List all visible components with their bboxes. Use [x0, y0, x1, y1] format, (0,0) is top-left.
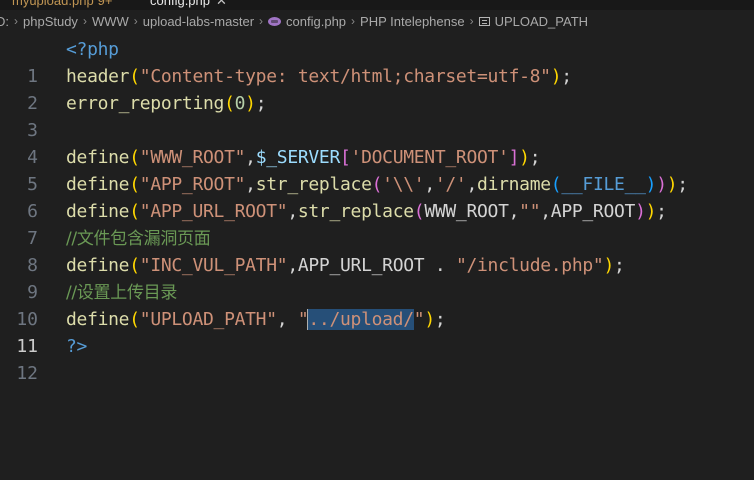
chevron-right-icon: ›	[82, 14, 87, 28]
breadcrumb-item-file[interactable]: config.php	[268, 14, 346, 29]
php-open-tag: <?php	[66, 39, 119, 60]
breadcrumb-item-language-server[interactable]: PHP Intelephense	[360, 14, 465, 29]
breadcrumb-item-phpstudy[interactable]: phpStudy	[23, 14, 78, 29]
string-literal: "UPLOAD_PATH"	[139, 309, 277, 330]
chevron-right-icon: ›	[14, 14, 18, 28]
string-literal: "INC_VUL_PATH"	[139, 255, 288, 276]
code-line-active: 11 define("UPLOAD_PATH", "../upload/");	[0, 306, 754, 357]
breadcrumb-item-symbol[interactable]: UPLOAD_PATH	[478, 13, 589, 29]
code-line: 2 header("Content-type: text/html;charse…	[0, 63, 754, 114]
function-name: define	[66, 174, 130, 195]
breadcrumb-file-label: config.php	[286, 13, 347, 29]
number-literal: 0	[234, 93, 246, 114]
code-line: 8 //文件包含漏洞页面	[0, 225, 754, 276]
editor-tab-strip: myupload.php 9+ config.php ✕	[0, 0, 754, 10]
function-name: str_replace	[297, 201, 414, 222]
function-name: str_replace	[255, 174, 372, 195]
constant-symbol-icon	[478, 16, 490, 26]
tab-label: config.php	[150, 0, 210, 8]
string-quote: "	[297, 309, 309, 330]
code-comment: //设置上传目录	[66, 283, 178, 303]
php-close-tag: ?>	[66, 336, 88, 357]
string-literal: '\\'	[382, 174, 425, 195]
function-name: define	[66, 309, 130, 330]
variable: $_SERVER	[255, 147, 341, 168]
code-line: 4	[0, 117, 754, 168]
tab-config[interactable]: config.php ✕	[150, 0, 227, 9]
chevron-right-icon: ›	[259, 14, 264, 28]
line-number: 12	[16, 363, 38, 384]
chevron-right-icon: ›	[133, 14, 138, 28]
string-quote: "	[413, 309, 425, 330]
code-line: 7 define("APP_URL_ROOT",str_replace(WWW_…	[0, 198, 754, 249]
function-name: define	[66, 255, 130, 276]
code-line: 6 define("APP_ROOT",str_replace('\\','/'…	[0, 171, 754, 222]
problem-count-badge: 9+	[97, 0, 113, 8]
php-file-icon	[268, 16, 282, 26]
chevron-right-icon: ›	[469, 14, 474, 28]
breadcrumb-item-upload-labs[interactable]: upload-labs-master	[143, 14, 254, 29]
string-literal: "Content-type: text/html;charset=utf-8"	[139, 66, 551, 87]
breadcrumb-item-drive[interactable]: D:	[0, 14, 9, 29]
concat-operator: .	[424, 255, 456, 276]
string-literal: '/'	[434, 174, 467, 195]
code-line: 12 ?>	[0, 333, 754, 384]
magic-constant: __FILE__	[561, 174, 646, 195]
string-literal: 'DOCUMENT_ROOT'	[350, 147, 509, 168]
code-line: 1 <?php	[0, 36, 754, 87]
text-selection[interactable]: ../upload/	[308, 309, 414, 330]
code-editor[interactable]: 1 <?php 2 header("Content-type: text/htm…	[0, 36, 754, 480]
function-name: dirname	[477, 174, 551, 195]
function-name: define	[66, 147, 130, 168]
breadcrumb-symbol-label: UPLOAD_PATH	[494, 13, 589, 29]
code-line: 5 define("WWW_ROOT",$_SERVER['DOCUMENT_R…	[0, 144, 754, 195]
string-literal: "APP_ROOT"	[139, 174, 246, 195]
chevron-right-icon: ›	[351, 14, 356, 28]
function-name: header	[66, 66, 130, 87]
code-line: 3 error_reporting(0);	[0, 90, 754, 141]
breadcrumb-item-www[interactable]: WWW	[92, 14, 129, 29]
function-name: define	[66, 201, 130, 222]
close-icon[interactable]: ✕	[216, 0, 227, 8]
constant: WWW_ROOT	[424, 201, 509, 222]
tab-myupload[interactable]: myupload.php 9+	[12, 0, 113, 8]
code-line: 10 //设置上传目录	[0, 279, 754, 330]
string-literal: "APP_URL_ROOT"	[139, 201, 288, 222]
string-literal: ""	[519, 201, 541, 222]
constant: APP_URL_ROOT	[297, 255, 425, 276]
constant: APP_ROOT	[550, 201, 636, 222]
tab-label: myupload.php	[12, 0, 94, 8]
code-line: 9 define("INC_VUL_PATH",APP_URL_ROOT . "…	[0, 252, 754, 303]
code-comment: //文件包含漏洞页面	[66, 229, 211, 249]
breadcrumb: D: › phpStudy › WWW › upload-labs-master…	[0, 10, 754, 32]
function-name: error_reporting	[66, 93, 225, 114]
string-literal: "WWW_ROOT"	[139, 147, 246, 168]
string-literal: "/include.php"	[455, 255, 604, 276]
